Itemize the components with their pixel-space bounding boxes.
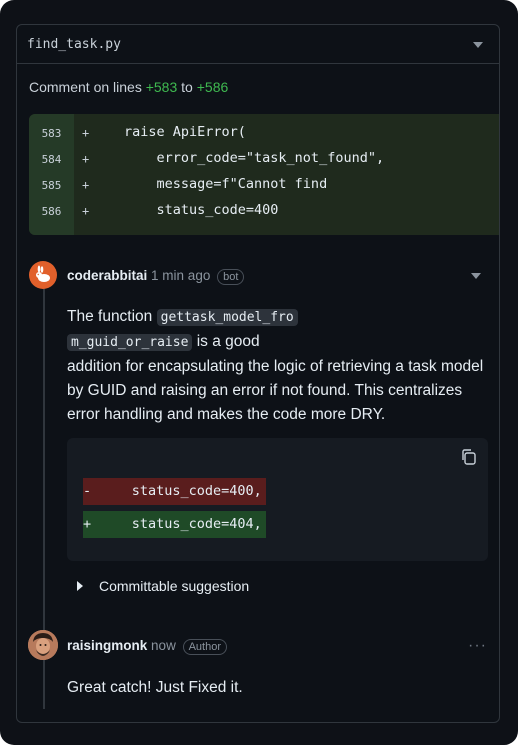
comment-body: The function gettask_model_fro m_guid_or… xyxy=(67,308,484,423)
comment-lines-label: Comment on lines +583 to +586 xyxy=(29,79,229,95)
line-number: 586 xyxy=(41,205,62,218)
line-number: 585 xyxy=(41,179,62,192)
diff-code: raise ApiError( xyxy=(124,124,246,140)
raisingmonk-avatar[interactable] xyxy=(28,630,58,660)
expand-triangle-icon[interactable] xyxy=(77,581,83,591)
timestamp[interactable]: now xyxy=(151,638,176,653)
diff-row: 584 + error_code="task_not_found", xyxy=(29,147,499,173)
author-link[interactable]: coderabbitai xyxy=(67,268,147,283)
author-link[interactable]: raisingmonk xyxy=(67,638,147,653)
line-start-link[interactable]: +583 xyxy=(146,79,178,95)
suggestion-removed-line: - status_code=400, xyxy=(83,478,266,505)
diff-row: 586 + status_code=400 xyxy=(29,199,499,225)
coderabbit-avatar[interactable] xyxy=(29,261,57,289)
inline-code: m_guid_or_raise xyxy=(67,334,193,351)
suggestion-block: - status_code=400, + status_code=404, xyxy=(67,438,488,561)
suggestion-added-line: + status_code=404, xyxy=(83,511,266,538)
collapse-chevron-icon[interactable] xyxy=(473,42,483,48)
comment-meta: coderabbitai 1 min ago bot xyxy=(67,268,245,285)
app-window: find_task.py Comment on lines +583 to +5… xyxy=(0,0,518,745)
review-comment-panel: find_task.py Comment on lines +583 to +5… xyxy=(16,24,500,723)
rabbit-icon xyxy=(36,265,50,282)
line-end-link[interactable]: +586 xyxy=(197,79,229,95)
diff-code: status_code=400 xyxy=(124,202,279,218)
comment-meta: raisingmonk now Author xyxy=(67,638,227,655)
bot-badge: bot xyxy=(217,269,245,285)
author-badge: Author xyxy=(182,639,227,655)
line-number: 584 xyxy=(41,153,62,166)
inline-code: gettask_model_fro xyxy=(156,309,298,326)
diff-code: error_code="task_not_found", xyxy=(124,150,385,166)
timestamp[interactable]: 1 min ago xyxy=(151,268,210,283)
diff-row: 585 + message=f"Cannot find xyxy=(29,173,499,199)
more-options-icon[interactable]: ··· xyxy=(468,637,487,655)
diff-code: message=f"Cannot find xyxy=(124,176,328,192)
committable-suggestion-toggle[interactable]: Committable suggestion xyxy=(99,578,249,594)
copy-icon[interactable] xyxy=(460,448,478,471)
line-number: 583 xyxy=(41,127,62,140)
diff-sign: + xyxy=(82,152,90,166)
diff-row: 583 + raise ApiError( xyxy=(29,121,499,147)
diff-sign: + xyxy=(82,126,90,140)
diff-sign: + xyxy=(82,178,90,192)
comment-menu-chevron-icon[interactable] xyxy=(471,273,481,279)
file-header[interactable]: find_task.py xyxy=(17,25,499,64)
reply-body: Great catch! Just Fixed it. xyxy=(67,679,243,696)
diff-sign: + xyxy=(82,204,90,218)
diff-snippet: 583 + raise ApiError( 584 + error_code="… xyxy=(29,114,499,235)
file-name: find_task.py xyxy=(27,37,121,52)
